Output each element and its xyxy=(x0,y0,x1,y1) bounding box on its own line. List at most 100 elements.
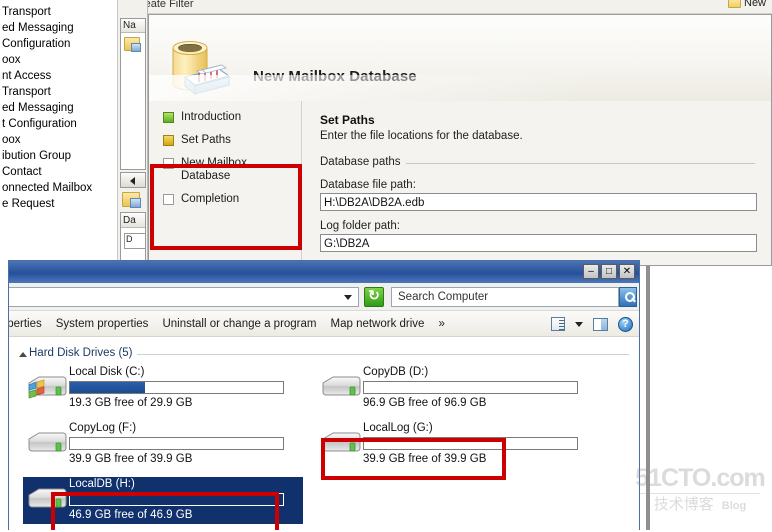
command-uninstall-or-change-a-program[interactable]: Uninstall or change a program xyxy=(162,318,316,330)
drive-free-space: 96.9 GB free of 96.9 GB xyxy=(363,397,487,409)
wizard-step-completion[interactable]: Completion xyxy=(163,193,301,206)
maximize-icon: □ xyxy=(605,266,613,277)
drive-info: LocalDB (H:) 46.9 GB free of 46.9 GB xyxy=(69,477,303,521)
drive-info: CopyDB (D:) 96.9 GB free of 96.9 GB xyxy=(363,365,597,409)
chevron-down-icon[interactable] xyxy=(344,295,352,300)
tree-item[interactable]: nt Access xyxy=(0,68,117,84)
group-divider xyxy=(406,163,755,164)
wizard-body: Introduction Set Paths New Mailbox Datab… xyxy=(149,101,771,265)
address-input[interactable] xyxy=(9,287,359,307)
group-title: Hard Disk Drives (5) xyxy=(29,347,133,359)
scroll-left-button[interactable] xyxy=(120,172,146,188)
drive-free-space: 39.9 GB free of 39.9 GB xyxy=(363,453,487,465)
explorer-command-bar: roperties System properties Uninstall or… xyxy=(9,311,639,337)
drive-usage-bar xyxy=(69,493,284,506)
console-result-pane-strip: Na Da D xyxy=(118,0,148,300)
command-properties[interactable]: roperties xyxy=(9,318,42,330)
step-status-icon xyxy=(163,135,174,146)
wizard-content-pane: Set Paths Enter the file locations for t… xyxy=(301,101,771,265)
tree-item[interactable]: oox xyxy=(0,132,117,148)
log-folder-path-label: Log folder path: xyxy=(320,220,400,232)
tree-item[interactable]: Configuration xyxy=(0,36,117,52)
database-file-path-input[interactable]: H:\DB2A\DB2A.edb xyxy=(320,193,757,211)
drive-item-locallog-g[interactable]: LocalLog (G:) 39.9 GB free of 39.9 GB xyxy=(317,421,597,468)
new-action-label: New xyxy=(744,0,767,9)
wizard-banner: New Mailbox Database xyxy=(149,15,771,101)
tree-item[interactable]: ed Messaging xyxy=(0,20,117,36)
hard-disk-drives-group-header[interactable]: Hard Disk Drives (5) xyxy=(17,347,639,361)
command-overflow-chevron[interactable]: » xyxy=(438,318,444,330)
tree-item[interactable]: onnected Mailbox xyxy=(0,180,117,196)
pane-title: Set Paths xyxy=(320,113,375,127)
screenshot-root: Create Filter New Transport ed Messaging… xyxy=(0,0,772,532)
result-column-header[interactable]: Na xyxy=(121,19,145,33)
drive-grid: Local Disk (C:) 19.3 GB free of 29.9 GB xyxy=(9,365,639,531)
wizard-step-label: Introduction xyxy=(181,111,242,123)
tree-item[interactable]: Transport xyxy=(0,84,117,100)
watermark-divider xyxy=(640,493,760,494)
wizard-title: New Mailbox Database xyxy=(253,68,417,85)
explorer-title-bar[interactable]: – □ ✕ xyxy=(9,261,639,283)
new-mailbox-database-wizard: New Mailbox Database Introduction Set Pa… xyxy=(148,14,772,266)
step-status-icon xyxy=(163,194,174,205)
wizard-step-introduction[interactable]: Introduction xyxy=(163,111,301,124)
database-file-path-label: Database file path: xyxy=(320,179,416,191)
drive-item-copydb-d[interactable]: CopyDB (D:) 96.9 GB free of 96.9 GB xyxy=(317,365,597,412)
watermark-sub-text: 技术博客 xyxy=(653,496,714,513)
change-view-icon[interactable] xyxy=(551,317,565,331)
watermark-sub: 技术博客 Blog xyxy=(632,496,768,515)
group-label: Database paths xyxy=(320,156,401,168)
details-column-header[interactable]: Da xyxy=(121,213,145,228)
wizard-steps: Introduction Set Paths New Mailbox Datab… xyxy=(149,101,301,265)
collapse-triangle-icon[interactable] xyxy=(19,352,27,357)
mailbox-database-icon xyxy=(122,192,141,208)
hard-drive-icon xyxy=(317,425,363,465)
tree-item[interactable]: Transport xyxy=(0,4,117,20)
chevron-down-icon[interactable] xyxy=(575,321,583,327)
drive-free-space: 39.9 GB free of 39.9 GB xyxy=(69,453,193,465)
wizard-step-label: New Mailbox Database xyxy=(181,157,247,182)
right-window-edge xyxy=(646,266,650,532)
hard-drive-icon-system xyxy=(23,369,69,409)
log-folder-path-input[interactable]: G:\DB2A xyxy=(320,234,757,252)
watermark-main-text: 51CTO.com xyxy=(635,464,765,492)
windows-explorer-window: – □ ✕ Search Computer roperties System p… xyxy=(8,260,640,532)
folder-icon xyxy=(728,0,741,8)
drive-info: CopyLog (F:) 39.9 GB free of 39.9 GB xyxy=(69,421,303,465)
drive-usage-bar xyxy=(363,437,578,450)
drive-info: LocalLog (G:) 39.9 GB free of 39.9 GB xyxy=(363,421,597,465)
result-list[interactable]: Na xyxy=(120,18,146,170)
drive-item-localdb-h[interactable]: LocalDB (H:) 46.9 GB free of 46.9 GB xyxy=(23,477,303,524)
tree-item[interactable]: ed Messaging xyxy=(0,100,117,116)
help-icon[interactable] xyxy=(618,316,633,332)
drive-item-copylog-f[interactable]: CopyLog (F:) 39.9 GB free of 39.9 GB xyxy=(23,421,303,468)
tree-item[interactable]: Contact xyxy=(0,164,117,180)
database-icon xyxy=(161,37,233,99)
minimize-button[interactable]: – xyxy=(583,264,599,279)
new-action-item[interactable]: New xyxy=(728,0,766,9)
tree-item[interactable]: e Request xyxy=(0,196,117,212)
tree-item[interactable]: ibution Group xyxy=(0,148,117,164)
maximize-button[interactable]: □ xyxy=(601,264,617,279)
drive-item-local-disk-c[interactable]: Local Disk (C:) 19.3 GB free of 29.9 GB xyxy=(23,365,303,412)
command-map-network-drive[interactable]: Map network drive xyxy=(331,318,425,330)
drive-name: Local Disk (C:) xyxy=(69,366,145,378)
command-system-properties[interactable]: System properties xyxy=(56,318,149,330)
wizard-step-new-mailbox-database[interactable]: New Mailbox Database xyxy=(163,157,301,183)
hard-drive-icon xyxy=(23,481,69,521)
wizard-step-set-paths[interactable]: Set Paths xyxy=(163,134,301,147)
close-button[interactable]: ✕ xyxy=(619,264,635,279)
mailbox-database-icon xyxy=(124,37,141,52)
drive-info: Local Disk (C:) 19.3 GB free of 29.9 GB xyxy=(69,365,303,409)
search-input[interactable]: Search Computer xyxy=(391,287,619,307)
console-navigation-tree[interactable]: Transport ed Messaging Configuration oox… xyxy=(0,0,118,300)
drive-name: CopyDB (D:) xyxy=(363,366,429,378)
tree-item[interactable]: oox xyxy=(0,52,117,68)
pane-subtitle: Enter the file locations for the databas… xyxy=(320,130,523,142)
tree-item[interactable]: t Configuration xyxy=(0,116,117,132)
refresh-icon[interactable] xyxy=(364,287,384,307)
search-icon[interactable] xyxy=(619,287,637,307)
preview-pane-icon[interactable] xyxy=(593,317,608,331)
explorer-address-bar: Search Computer xyxy=(9,283,639,311)
watermark-blog-text: Blog xyxy=(721,500,747,512)
